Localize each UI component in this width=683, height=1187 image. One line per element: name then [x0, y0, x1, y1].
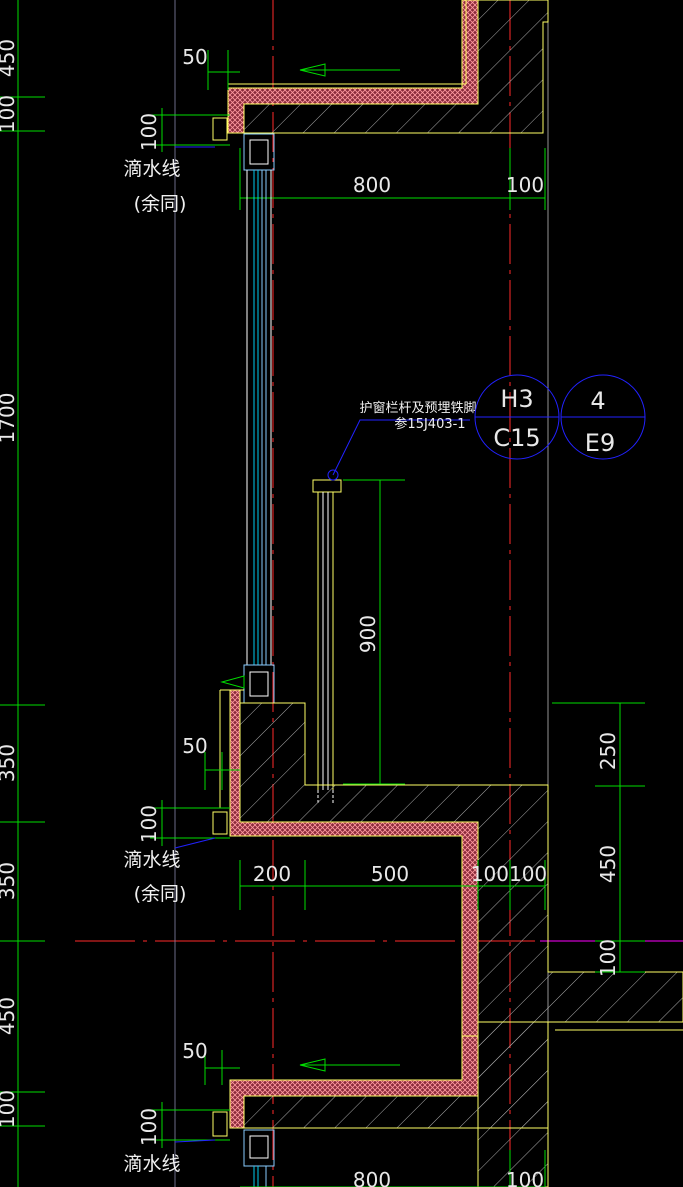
- left-dimension-labels: 450 100 1700 350 350 450 100: [0, 39, 19, 1128]
- middle-drip-note: (余同): [134, 883, 187, 905]
- top-drip-label: 滴水线: [123, 158, 180, 180]
- railing: [312, 419, 470, 803]
- bottom-wall-section: [212, 1021, 683, 1187]
- top-height-100: 100: [137, 113, 161, 151]
- middle-width-50: 50: [182, 734, 207, 758]
- railing-note-2: 参15J403-1: [394, 416, 465, 432]
- detail-drawing: 450 100 1700 350 350 450 100 50 100 滴水线: [0, 0, 683, 1187]
- top-width-800: 800: [353, 173, 391, 197]
- bottom-width-50: 50: [182, 1039, 207, 1063]
- top-width-100: 100: [506, 173, 544, 197]
- middle-height-250: 250: [596, 732, 620, 770]
- bottom-drip-label: 滴水线: [123, 1153, 180, 1175]
- dim-350-a: 350: [0, 744, 19, 782]
- bottom-width-800: 800: [353, 1168, 391, 1187]
- top-wall-section: [212, 0, 549, 141]
- dim-100-a: 100: [0, 95, 19, 133]
- middle-width-500: 500: [371, 862, 409, 886]
- bottom-height-100: 100: [137, 1108, 161, 1146]
- middle-height-100b: 100: [596, 939, 620, 977]
- middle-width-100100: 100100: [471, 862, 547, 886]
- window-assembly: [243, 133, 275, 704]
- middle-width-200: 200: [253, 862, 291, 886]
- dim-450-b: 450: [0, 997, 19, 1035]
- top-width-50: 50: [182, 45, 207, 69]
- callout-1-top: H3: [500, 385, 533, 413]
- top-drip-note: (余同): [134, 193, 187, 215]
- bottom-width-100: 100: [506, 1168, 544, 1187]
- callout-1-bottom: C15: [493, 424, 540, 452]
- middle-dimensions: [150, 702, 645, 973]
- dim-450-a: 450: [0, 39, 19, 77]
- dim-1700: 1700: [0, 393, 19, 444]
- middle-height-100: 100: [137, 805, 161, 843]
- middle-height-450: 450: [596, 845, 620, 883]
- railing-note-1: 护窗栏杆及预埋铁脚: [359, 400, 476, 416]
- dim-100-b: 100: [0, 1090, 19, 1128]
- railing-height-900: 900: [356, 615, 380, 653]
- dim-350-b: 350: [0, 862, 19, 900]
- callout-2-top: 4: [590, 387, 605, 415]
- callout-2-bottom: E9: [585, 429, 615, 457]
- middle-drip-label: 滴水线: [123, 849, 180, 871]
